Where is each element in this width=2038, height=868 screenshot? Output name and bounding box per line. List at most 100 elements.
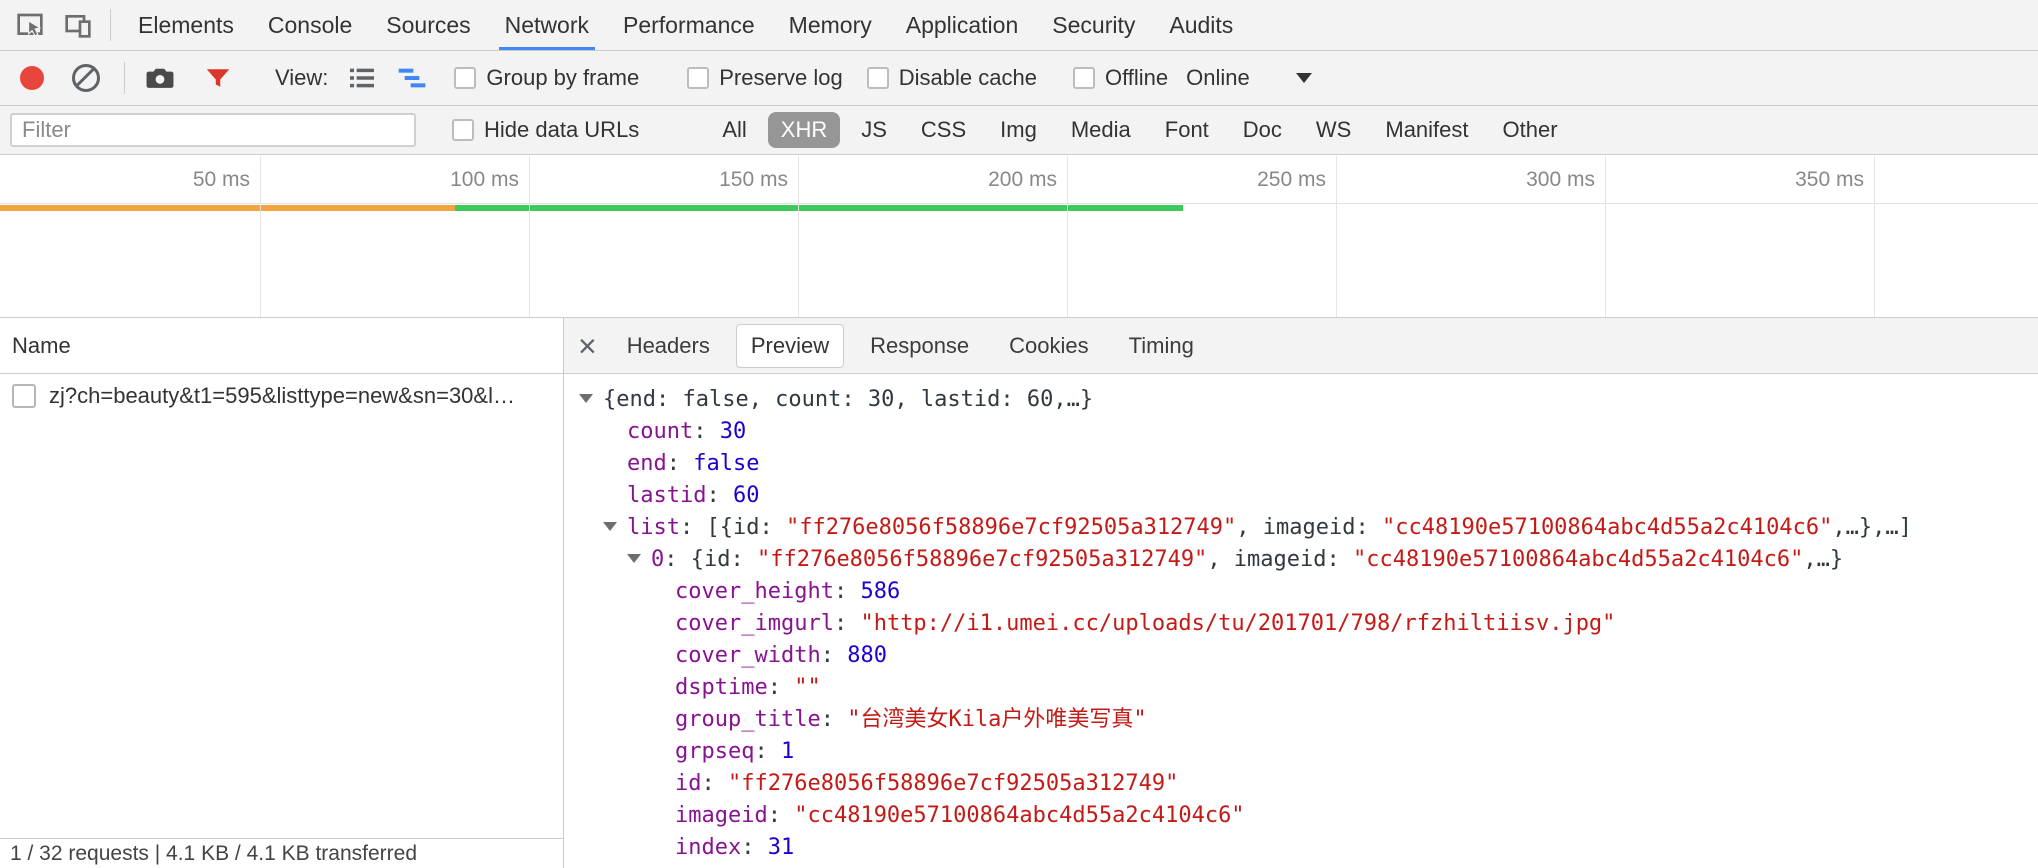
- checkbox-label: Preserve log: [719, 65, 843, 91]
- timeline-tick-label: 100 ms: [359, 168, 519, 192]
- filter-type-css[interactable]: CSS: [908, 112, 979, 148]
- json-tree: {end: false, count: 30, lastid: 60,…}cou…: [564, 374, 2038, 864]
- clear-button[interactable]: [72, 64, 100, 92]
- json-string: "ff276e8056f58896e7cf92505a312749": [757, 547, 1207, 572]
- tab-elements[interactable]: Elements: [136, 0, 236, 50]
- triangle-down-icon: [603, 522, 617, 531]
- details-tab-response[interactable]: Response: [856, 325, 983, 367]
- group-by-frame-checkbox[interactable]: Group by frame: [454, 65, 639, 91]
- network-main: Name zj?ch=beauty&t1=595&listtype=new&sn…: [0, 318, 2038, 868]
- json-number: 586: [860, 579, 900, 604]
- details-panel: × Headers Preview Response Cookies Timing {e…: [564, 318, 2038, 868]
- checkbox-box-icon: [452, 119, 474, 141]
- json-tree-row: lastid: 60: [564, 480, 2038, 512]
- timeline-gridline: [1336, 156, 1337, 317]
- details-tab-cookies[interactable]: Cookies: [995, 325, 1102, 367]
- json-key: end: [627, 451, 667, 476]
- timeline-gridline: [798, 156, 799, 317]
- overview-waterfall-icon[interactable]: [396, 62, 428, 94]
- json-tree-row: cover_width: 880: [564, 640, 2038, 672]
- filter-type-manifest[interactable]: Manifest: [1372, 112, 1481, 148]
- preserve-log-checkbox[interactable]: Preserve log: [687, 65, 843, 91]
- json-text: :: [768, 803, 795, 828]
- throttling-select[interactable]: Online: [1186, 65, 1312, 91]
- filter-type-font[interactable]: Font: [1152, 112, 1222, 148]
- json-string: "cc48190e57100864abc4d55a2c4104c6": [1353, 547, 1803, 572]
- offline-checkbox[interactable]: Offline: [1073, 65, 1168, 91]
- tab-network[interactable]: Network: [503, 0, 591, 50]
- filter-type-ws[interactable]: WS: [1303, 112, 1364, 148]
- requests-panel: Name zj?ch=beauty&t1=595&listtype=new&sn…: [0, 318, 564, 868]
- close-icon[interactable]: ×: [578, 330, 597, 362]
- details-tab-headers[interactable]: Headers: [613, 325, 724, 367]
- throttling-value: Online: [1186, 65, 1250, 91]
- timeline-tick-label: 350 ms: [1704, 168, 1864, 192]
- hide-data-urls-checkbox[interactable]: Hide data URLs: [452, 117, 639, 143]
- filter-type-xhr[interactable]: XHR: [768, 112, 840, 148]
- checkbox-box-icon: [687, 67, 709, 89]
- checkbox-box-icon: [1073, 67, 1095, 89]
- tab-security[interactable]: Security: [1050, 0, 1137, 50]
- timeline-tick-label: 300 ms: [1435, 168, 1595, 192]
- name-column-header[interactable]: Name: [0, 318, 563, 374]
- timeline-overview[interactable]: 50 ms100 ms150 ms200 ms250 ms300 ms350 m…: [0, 156, 2038, 318]
- tab-audits[interactable]: Audits: [1167, 0, 1235, 50]
- tab-console[interactable]: Console: [266, 0, 354, 50]
- tab-performance[interactable]: Performance: [621, 0, 757, 50]
- json-text: ,…},…]: [1832, 515, 1911, 540]
- triangle-down-icon: [579, 394, 593, 403]
- json-text: :: [821, 643, 848, 668]
- triangle-down-icon: [627, 554, 641, 563]
- filter-type-all[interactable]: All: [709, 112, 759, 148]
- json-tree-row: 0: {id: "ff276e8056f58896e7cf92505a31274…: [564, 544, 2038, 576]
- timeline-gridline: [1605, 156, 1606, 317]
- tab-memory[interactable]: Memory: [787, 0, 874, 50]
- tree-expand-icon[interactable]: [603, 512, 627, 544]
- json-text: :: [702, 771, 729, 796]
- screenshot-camera-icon[interactable]: [143, 61, 177, 95]
- json-number: 880: [847, 643, 887, 668]
- json-key: dsptime: [675, 675, 768, 700]
- json-string: "cc48190e57100864abc4d55a2c4104c6": [1382, 515, 1832, 540]
- filter-type-doc[interactable]: Doc: [1230, 112, 1295, 148]
- json-key: lastid: [627, 483, 706, 508]
- json-tree-row: {end: false, count: 30, lastid: 60,…}: [564, 384, 2038, 416]
- filter-type-other[interactable]: Other: [1490, 112, 1571, 148]
- filter-type-img[interactable]: Img: [987, 112, 1050, 148]
- timeline-gridline: [529, 156, 530, 317]
- json-text: : {id:: [664, 547, 757, 572]
- request-name: zj?ch=beauty&t1=595&listtype=new&sn=30&l…: [49, 383, 515, 409]
- json-tree-row: dsptime: "": [564, 672, 2038, 704]
- tree-expand-icon[interactable]: [579, 384, 603, 416]
- json-text: :: [821, 707, 848, 732]
- device-toolbar-icon[interactable]: [62, 9, 94, 41]
- tab-application[interactable]: Application: [904, 0, 1021, 50]
- filter-funnel-icon[interactable]: [203, 63, 233, 93]
- timeline-gridline: [260, 156, 261, 317]
- json-number: 1: [781, 739, 794, 764]
- json-number: 30: [720, 419, 747, 444]
- timeline-tick-label: 150 ms: [628, 168, 788, 192]
- request-row[interactable]: zj?ch=beauty&t1=595&listtype=new&sn=30&l…: [0, 374, 563, 418]
- json-number: false: [693, 451, 759, 476]
- checkbox-label: Disable cache: [899, 65, 1037, 91]
- json-text: , imageid:: [1236, 515, 1382, 540]
- filter-input[interactable]: [10, 113, 416, 147]
- filter-type-media[interactable]: Media: [1058, 112, 1144, 148]
- network-filterbar: Hide data URLs AllXHRJSCSSImgMediaFontDo…: [0, 106, 2038, 155]
- tree-expand-icon[interactable]: [627, 544, 651, 576]
- json-text: : [{id:: [680, 515, 786, 540]
- name-column-label: Name: [12, 333, 71, 359]
- tab-sources[interactable]: Sources: [384, 0, 472, 50]
- record-button[interactable]: [20, 66, 44, 90]
- details-tab-timing[interactable]: Timing: [1115, 325, 1208, 367]
- details-tab-preview[interactable]: Preview: [736, 324, 844, 368]
- network-summary-bar: 1 / 32 requests | 4.1 KB / 4.1 KB transf…: [0, 838, 563, 868]
- json-key: index: [675, 835, 741, 860]
- filter-type-js[interactable]: JS: [848, 112, 900, 148]
- summary-text: 1 / 32 requests | 4.1 KB / 4.1 KB transf…: [10, 842, 417, 866]
- disable-cache-checkbox[interactable]: Disable cache: [867, 65, 1037, 91]
- checkbox-box-icon: [867, 67, 889, 89]
- small-rows-icon[interactable]: [346, 62, 378, 94]
- inspect-element-icon[interactable]: [14, 9, 46, 41]
